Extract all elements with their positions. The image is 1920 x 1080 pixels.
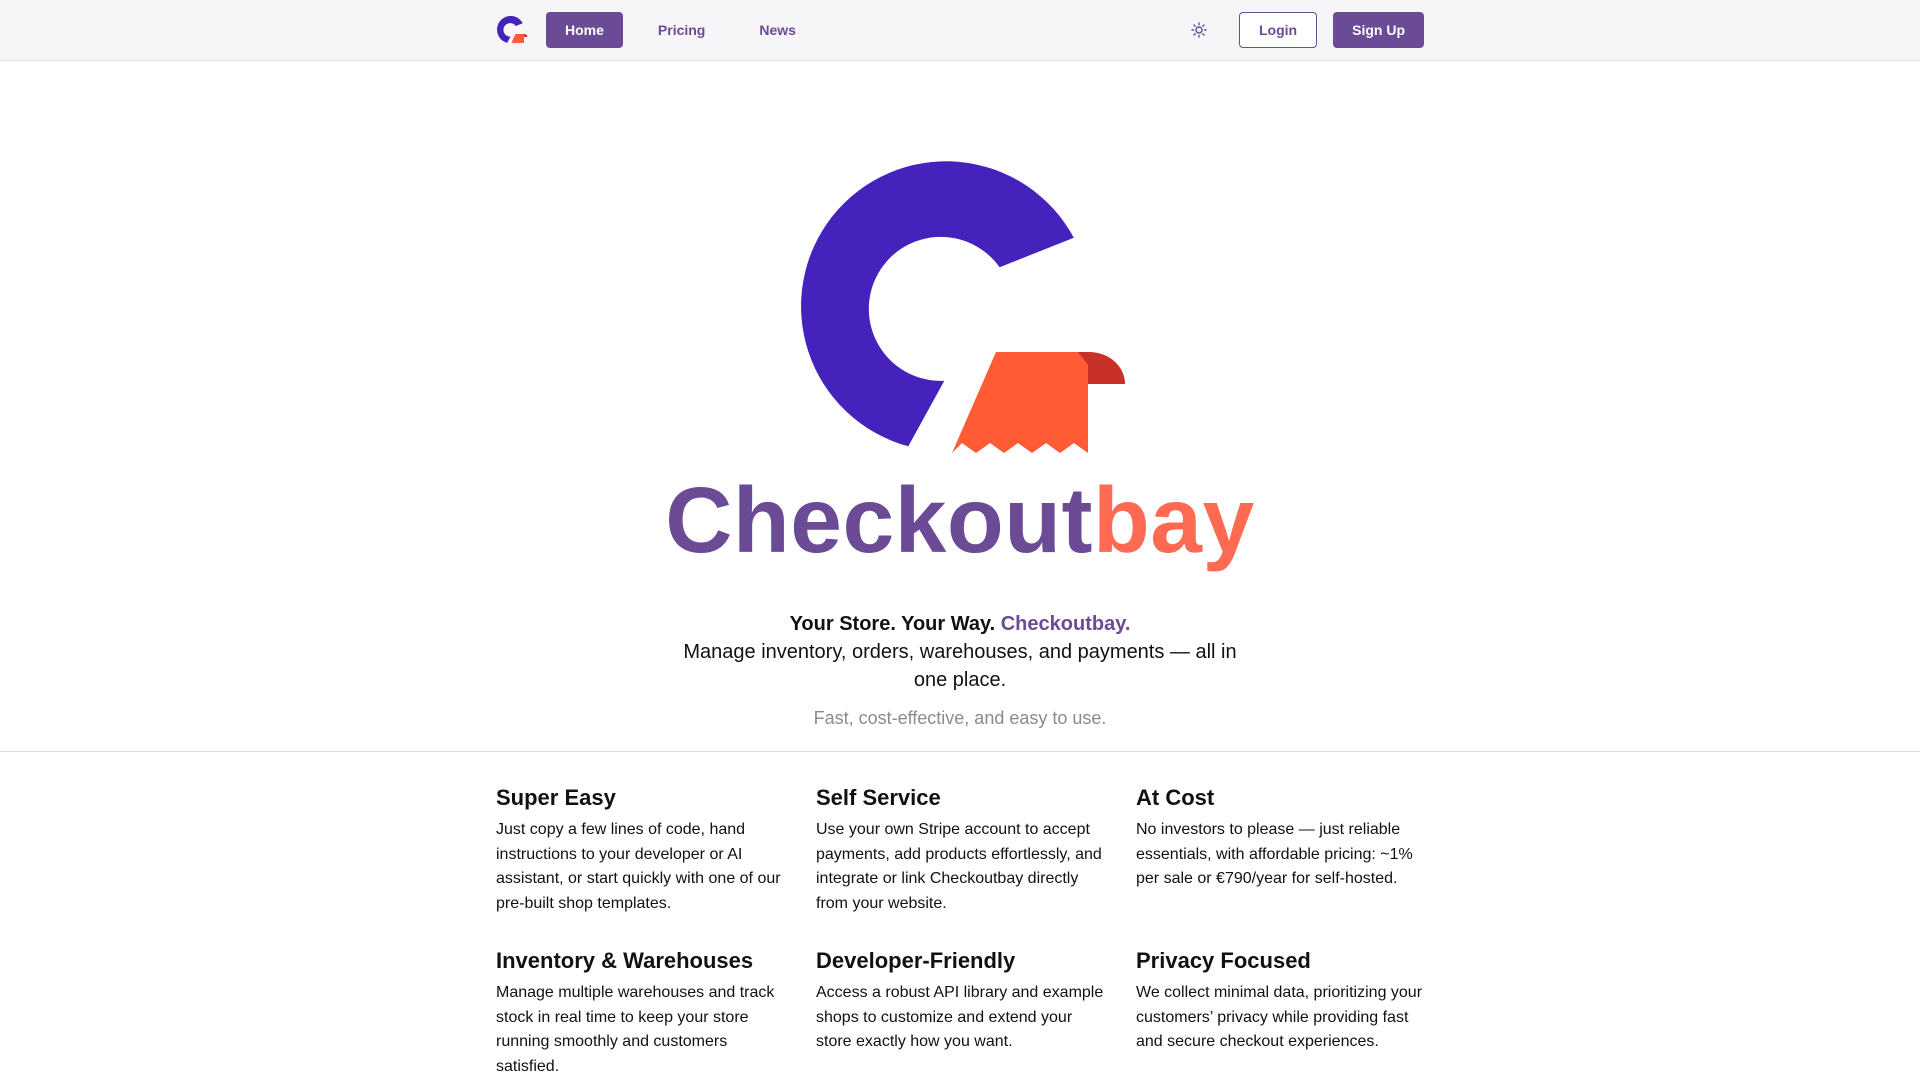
feature-text: Access a robust API library and example … — [816, 983, 1104, 1051]
top-navigation-inner: Home Pricing News Login Sign Up — [496, 0, 1424, 60]
sun-icon — [1191, 22, 1207, 38]
feature-inventory-warehouses: Inventory & Warehouses Manage multiple w… — [496, 946, 796, 1080]
section-divider — [0, 751, 1920, 752]
feature-title: Developer-Friendly — [816, 947, 1016, 973]
top-navigation-bar: Home Pricing News Login Sign Up — [0, 0, 1920, 61]
signup-button[interactable]: Sign Up — [1333, 12, 1424, 48]
home-logo-link[interactable] — [496, 14, 528, 46]
wordmark-checkout: Checkout — [665, 468, 1093, 572]
hero-tagline: Your Store. Your Way. Checkoutbay. Manag… — [660, 610, 1260, 694]
feature-developer-friendly: Developer-Friendly Access a robust API l… — [816, 946, 1116, 1080]
checkoutbay-logo-icon — [497, 16, 528, 44]
hero-subtitle: Fast, cost-effective, and easy to use. — [813, 708, 1107, 728]
feature-text: Manage multiple warehouses and track sto… — [496, 983, 775, 1075]
feature-at-cost: At Cost No investors to please — just re… — [1136, 783, 1436, 917]
login-button[interactable]: Login — [1239, 12, 1318, 48]
checkoutbay-hero-logo-icon — [801, 161, 1125, 453]
wordmark-bay: bay — [1092, 468, 1255, 572]
tagline-brand-name: Checkoutbay. — [1000, 613, 1131, 635]
nav-link-news[interactable]: News — [740, 12, 815, 48]
feature-text: Just copy a few lines of code, hand inst… — [496, 821, 781, 913]
feature-privacy-focused: Privacy Focused We collect minimal data,… — [1136, 946, 1436, 1080]
features-grid: Super Easy Just copy a few lines of code… — [496, 783, 1424, 1080]
feature-title: Privacy Focused — [1136, 947, 1311, 973]
nav-link-home[interactable]: Home — [546, 12, 623, 48]
theme-toggle-button[interactable] — [1187, 18, 1211, 42]
feature-text: No investors to please — just reliable e… — [1136, 821, 1413, 888]
feature-title: At Cost — [1136, 785, 1215, 810]
tagline-headline: Your Store. Your Way. — [789, 613, 996, 635]
feature-title: Super Easy — [496, 785, 616, 810]
feature-title: Inventory & Warehouses — [496, 947, 754, 973]
nav-link-pricing[interactable]: Pricing — [639, 12, 724, 48]
brand-wordmark: Checkoutbay — [0, 466, 1920, 574]
feature-text: We collect minimal data, prioritizing yo… — [1136, 983, 1423, 1051]
feature-text: Use your own Stripe account to accept pa… — [816, 821, 1102, 913]
tagline-description: Manage inventory, orders, warehouses, an… — [683, 641, 1237, 691]
feature-title: Self Service — [816, 785, 941, 810]
feature-super-easy: Super Easy Just copy a few lines of code… — [496, 783, 796, 917]
feature-self-service: Self Service Use your own Stripe account… — [816, 783, 1116, 917]
